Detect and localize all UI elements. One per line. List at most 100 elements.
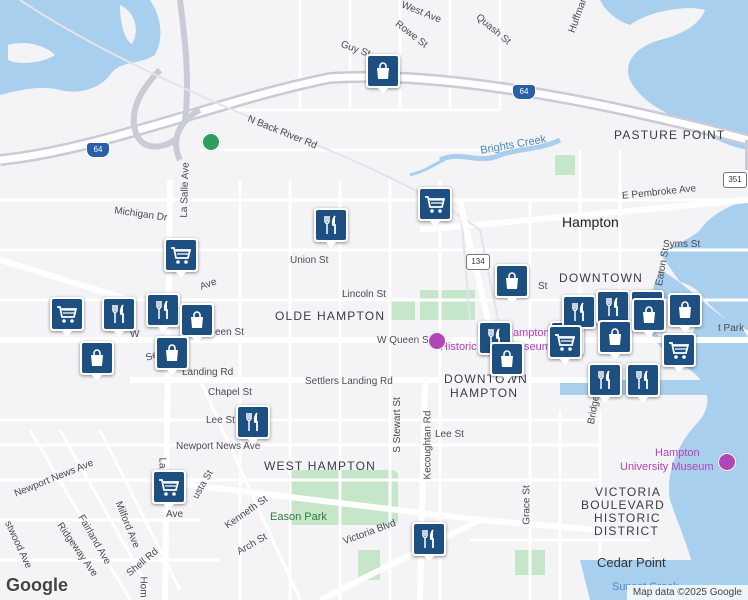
street-label-union-st: Union St [290, 255, 329, 266]
route-134-shield-icon: 134 [466, 254, 490, 270]
marker-pointer [600, 397, 610, 403]
restaurant-marker[interactable] [626, 363, 660, 403]
interstate-64-west-shield-icon: 64 [86, 142, 110, 158]
shopping-marker[interactable] [632, 298, 666, 338]
shopping-bag-icon [600, 322, 630, 352]
street-label-grace-st: Grace St [521, 485, 533, 525]
marker-pointer [502, 376, 512, 382]
restaurant-marker[interactable] [146, 293, 180, 333]
marker-pointer [158, 327, 168, 333]
route-351-shield-icon: 351 [723, 172, 747, 188]
map-attribution[interactable]: Map data ©2025 Google [626, 585, 748, 600]
shopping-cart-icon [420, 189, 450, 219]
shopping-marker[interactable] [155, 336, 189, 376]
shopping-marker[interactable] [180, 303, 214, 343]
shopping-bag-icon [182, 305, 212, 335]
fork-knife-icon [414, 524, 444, 554]
place-label-victoria-1: VICTORIA [595, 485, 662, 499]
street-label-st-fragment: St [538, 281, 548, 292]
shopping-bag-icon [634, 300, 664, 330]
street-label-la-salle-ave: La Salle Ave [178, 162, 192, 218]
restaurant-marker[interactable] [596, 290, 630, 330]
place-label-hampton-university-museum-2: University Museum [620, 461, 714, 473]
place-label-historic-museum-3: seum [524, 341, 551, 353]
marker-pointer [326, 242, 336, 248]
restaurant-marker[interactable] [236, 405, 270, 445]
marker-pointer [560, 359, 570, 365]
fork-knife-icon [238, 407, 268, 437]
shopping-cart-icon [550, 327, 580, 357]
marker-pointer [610, 354, 620, 360]
place-label-victoria-3: HISTORIC [594, 511, 661, 525]
marker-pointer [248, 439, 258, 445]
interstate-64-shield-icon: 64 [512, 84, 536, 100]
fork-knife-icon [316, 210, 346, 240]
grocery-marker[interactable] [418, 187, 452, 227]
street-label-lee-st: Lee St [206, 415, 235, 426]
restaurant-marker[interactable] [102, 297, 136, 337]
shopping-marker[interactable] [366, 54, 400, 94]
street-label-s-stewart-st: S Stewart St [391, 397, 403, 453]
grocery-marker[interactable] [164, 238, 198, 278]
restaurant-marker[interactable] [412, 522, 446, 562]
fork-knife-icon [590, 365, 620, 395]
marker-pointer [167, 370, 177, 376]
shopping-cart-icon [664, 335, 694, 365]
street-label-kecoughtan-rd: Kecoughtan Rd [422, 410, 434, 480]
marker-pointer [176, 272, 186, 278]
grocery-marker[interactable] [152, 470, 186, 510]
street-label-w-fragment: W [130, 329, 140, 340]
place-label-pasture-point: PASTURE POINT [614, 128, 726, 142]
restaurant-marker[interactable] [588, 363, 622, 403]
street-label-w-queen-st: W Queen St [377, 335, 432, 346]
university-museum-poi-icon[interactable] [718, 453, 736, 471]
fork-knife-icon [104, 299, 134, 329]
marker-pointer [164, 504, 174, 510]
marker-pointer [638, 397, 648, 403]
grocery-marker[interactable] [50, 297, 84, 337]
grocery-marker[interactable] [548, 325, 582, 365]
shopping-bag-icon [670, 295, 700, 325]
shopping-cart-icon [154, 472, 184, 502]
shopping-marker[interactable] [80, 341, 114, 381]
marker-pointer [674, 367, 684, 373]
shopping-cart-icon [166, 240, 196, 270]
shopping-marker[interactable] [598, 320, 632, 360]
place-label-victoria-2: BOULEVARD [581, 498, 665, 512]
place-label-hampton-university-museum-1: Hampton [655, 447, 700, 459]
place-label-eason-park: Eason Park [270, 511, 327, 523]
shopping-marker[interactable] [668, 293, 702, 333]
grocery-marker[interactable] [662, 333, 696, 373]
street-label-queen-st-west: een St [215, 327, 244, 338]
museum-poi-icon[interactable] [428, 332, 446, 350]
fork-knife-icon [628, 365, 658, 395]
street-label-settlers-landing-rd: Settlers Landing Rd [305, 376, 393, 387]
shopping-marker[interactable] [495, 264, 529, 304]
fork-knife-icon [564, 297, 594, 327]
park-poi-icon[interactable] [202, 133, 220, 151]
marker-pointer [644, 332, 654, 338]
place-label-victoria-4: DISTRICT [594, 524, 659, 538]
marker-pointer [424, 556, 434, 562]
street-label-ave-fragment: Ave [166, 509, 184, 520]
street-label-la-fragment: La [156, 457, 168, 469]
map-view[interactable]: West Ave Rowe St Quash St Guy St Huffman… [0, 0, 748, 600]
google-logo: Google [6, 575, 68, 595]
marker-pointer [378, 88, 388, 94]
shopping-bag-icon [492, 344, 522, 374]
place-label-hampton: Hampton [562, 214, 619, 230]
marker-pointer [507, 298, 517, 304]
restaurant-marker[interactable] [562, 295, 596, 335]
shopping-bag-icon [82, 343, 112, 373]
marker-pointer [192, 337, 202, 343]
shopping-bag-icon [157, 338, 187, 368]
street-label-hom: Hom [137, 576, 149, 598]
place-label-west-hampton: WEST HAMPTON [264, 459, 376, 473]
shopping-bag-icon [368, 56, 398, 86]
street-label-lincoln-st: Lincoln St [342, 289, 386, 300]
fork-knife-icon [598, 292, 628, 322]
street-label-settlers-landing-west: Landing Rd [182, 367, 234, 378]
shopping-marker[interactable] [490, 342, 524, 382]
restaurant-marker[interactable] [314, 208, 348, 248]
marker-pointer [92, 375, 102, 381]
